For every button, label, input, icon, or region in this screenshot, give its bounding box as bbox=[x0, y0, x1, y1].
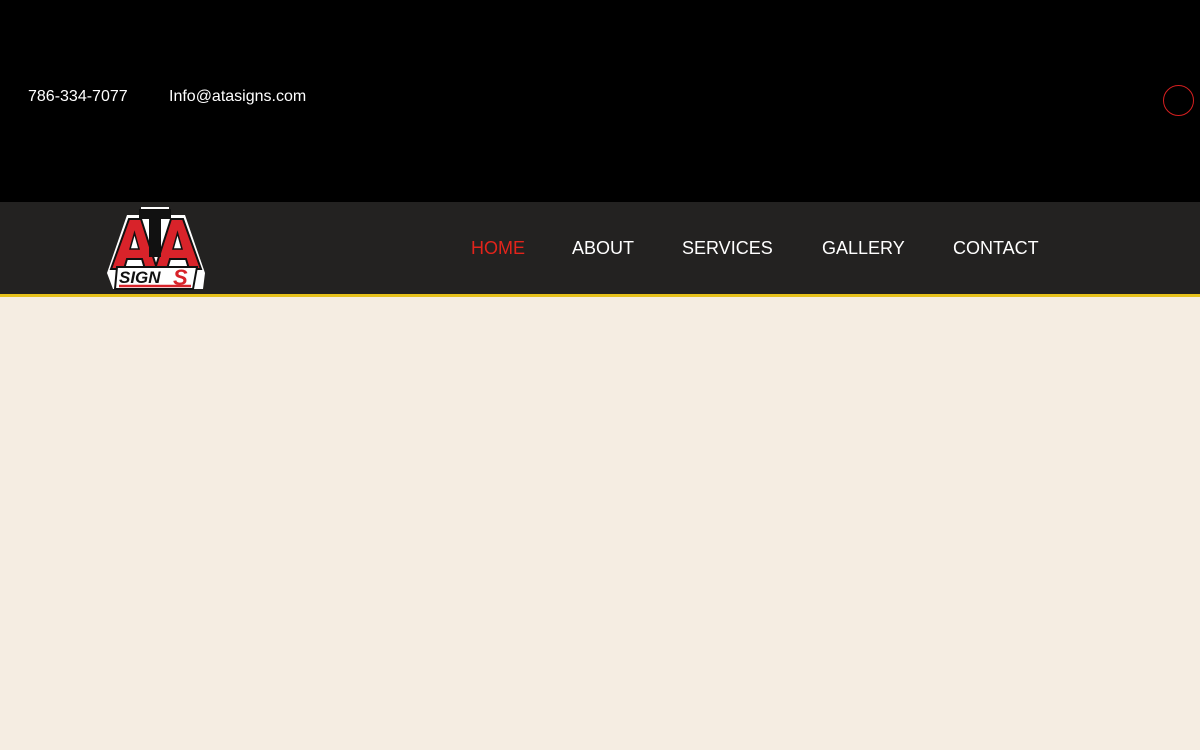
email-link[interactable]: Info@atasigns.com bbox=[169, 87, 306, 107]
ata-signs-logo[interactable]: SIGN S bbox=[105, 205, 207, 292]
nav-home[interactable]: HOME bbox=[471, 237, 525, 259]
main-content-area bbox=[0, 297, 1200, 750]
svg-text:SIGN: SIGN bbox=[119, 268, 161, 287]
top-contact-bar: 786-334-7077 Info@atasigns.com bbox=[0, 0, 1200, 202]
nav-gallery[interactable]: GALLERY bbox=[822, 237, 905, 259]
nav-about[interactable]: ABOUT bbox=[572, 237, 634, 259]
nav-contact[interactable]: CONTACT bbox=[953, 237, 1039, 259]
phone-number-link[interactable]: 786-334-7077 bbox=[28, 87, 128, 107]
circle-menu-button[interactable] bbox=[1163, 85, 1194, 116]
nav-services[interactable]: SERVICES bbox=[682, 237, 773, 259]
